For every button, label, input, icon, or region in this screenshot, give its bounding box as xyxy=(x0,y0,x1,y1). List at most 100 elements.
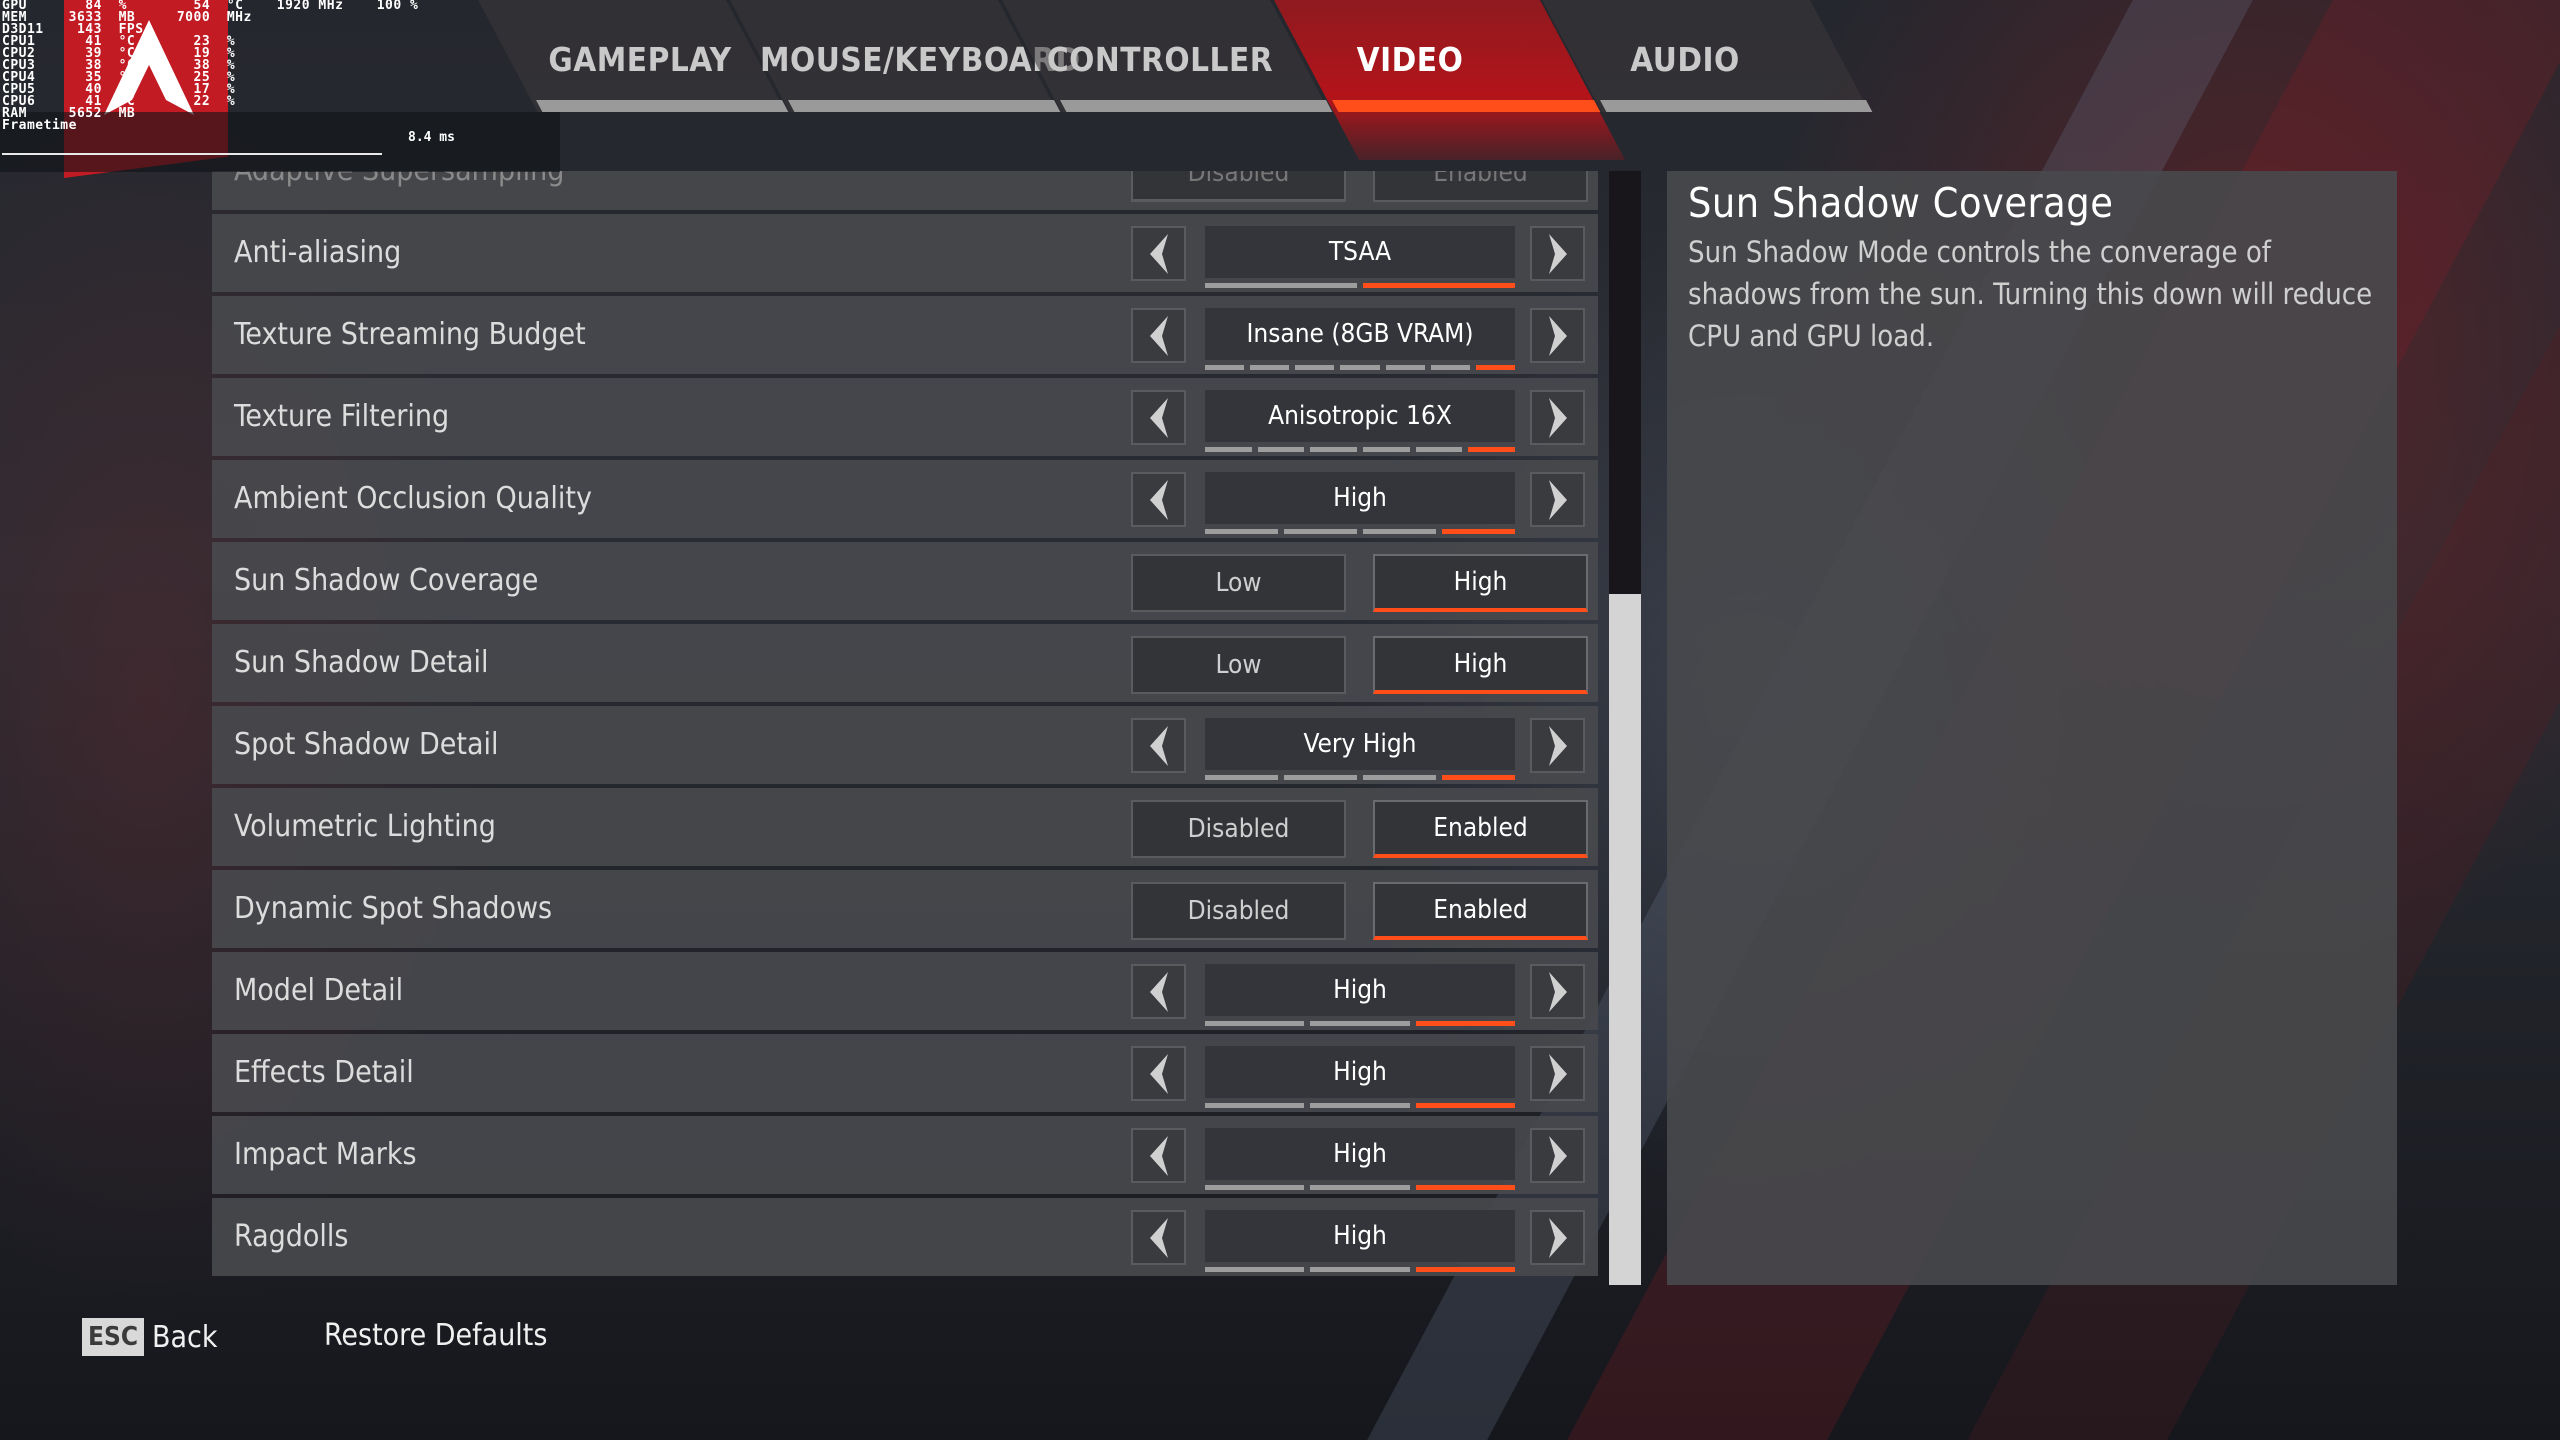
next-option-button[interactable] xyxy=(1530,1210,1585,1265)
setting-row-sun-shadow-coverage[interactable]: Sun Shadow Coverage Low High xyxy=(212,542,1598,620)
option-disabled[interactable]: Disabled xyxy=(1131,800,1346,858)
level-segment xyxy=(1363,775,1436,780)
level-segment xyxy=(1250,365,1290,370)
option-high[interactable]: High xyxy=(1373,554,1588,612)
setting-label: Ambient Occlusion Quality xyxy=(234,481,592,516)
scrollbar[interactable] xyxy=(1609,171,1641,1285)
chevron-right-icon xyxy=(1548,233,1567,274)
level-segment xyxy=(1363,529,1436,534)
setting-row-ambient-occlusion-quality[interactable]: Ambient Occlusion Quality High xyxy=(212,460,1598,538)
setting-row-anti-aliasing[interactable]: Anti-aliasing TSAA xyxy=(212,214,1598,292)
level-segment xyxy=(1363,447,1410,452)
level-segment xyxy=(1257,447,1305,452)
level-indicator xyxy=(1205,365,1515,370)
setting-label: Spot Shadow Detail xyxy=(234,727,499,762)
setting-label: Sun Shadow Coverage xyxy=(234,563,539,598)
setting-row-impact-marks[interactable]: Impact Marks High xyxy=(212,1116,1598,1194)
level-segment-active xyxy=(1415,1185,1515,1190)
description-title: Sun Shadow Coverage xyxy=(1688,179,2114,227)
setting-row-dynamic-spot-shadows[interactable]: Dynamic Spot Shadows Disabled Enabled xyxy=(212,870,1598,948)
option-low[interactable]: Low xyxy=(1131,554,1346,612)
level-indicator xyxy=(1205,447,1516,452)
restore-defaults-button[interactable]: Restore Defaults xyxy=(324,1318,547,1353)
chevron-right-icon xyxy=(1548,725,1567,766)
option-low[interactable]: Low xyxy=(1131,636,1346,694)
level-indicator xyxy=(1205,1103,1515,1108)
tab-underline xyxy=(1060,100,1333,112)
next-option-button[interactable] xyxy=(1530,472,1585,527)
option-disabled[interactable]: Disabled xyxy=(1131,171,1346,202)
level-segment xyxy=(1205,365,1245,370)
chevron-left-icon xyxy=(1149,315,1168,356)
chevron-left-icon xyxy=(1149,397,1168,438)
level-segment xyxy=(1205,1103,1305,1108)
previous-option-button[interactable] xyxy=(1131,718,1186,773)
setting-value: High xyxy=(1205,964,1515,1016)
previous-option-button[interactable] xyxy=(1131,226,1186,281)
tab-gameplay[interactable]: GAMEPLAY xyxy=(540,40,740,79)
level-segment xyxy=(1310,1185,1410,1190)
chevron-right-icon xyxy=(1548,479,1567,520)
next-option-button[interactable] xyxy=(1530,390,1585,445)
setting-row-adaptive-supersampling[interactable]: Adaptive Supersampling Disabled Enabled xyxy=(212,171,1598,210)
option-disabled[interactable]: Disabled xyxy=(1131,882,1346,940)
level-segment xyxy=(1310,447,1358,452)
next-option-button[interactable] xyxy=(1530,964,1585,1019)
previous-option-button[interactable] xyxy=(1131,1128,1186,1183)
setting-label: Effects Detail xyxy=(234,1055,414,1090)
level-indicator xyxy=(1205,283,1515,288)
setting-row-effects-detail[interactable]: Effects Detail High xyxy=(212,1034,1598,1112)
next-option-button[interactable] xyxy=(1530,1046,1585,1101)
previous-option-button[interactable] xyxy=(1131,1210,1186,1265)
level-segment xyxy=(1205,775,1278,780)
previous-option-button[interactable] xyxy=(1131,472,1186,527)
tab-audio[interactable]: AUDIO xyxy=(1610,40,1760,79)
setting-value: High xyxy=(1205,1210,1515,1262)
setting-row-model-detail[interactable]: Model Detail High xyxy=(212,952,1598,1030)
next-option-button[interactable] xyxy=(1530,308,1585,363)
chevron-left-icon xyxy=(1149,1053,1168,1094)
level-indicator xyxy=(1205,529,1515,534)
setting-row-volumetric-lighting[interactable]: Volumetric Lighting Disabled Enabled xyxy=(212,788,1598,866)
level-segment xyxy=(1430,365,1470,370)
overlay-line: Frametime xyxy=(2,118,77,133)
option-enabled[interactable]: Enabled xyxy=(1373,800,1588,858)
frametime-value: 8.4 ms xyxy=(408,130,455,145)
tab-controller[interactable]: CONTROLLER xyxy=(1040,40,1280,79)
option-enabled[interactable]: Enabled xyxy=(1373,171,1588,202)
setting-row-ragdolls[interactable]: Ragdolls High xyxy=(212,1198,1598,1276)
back-button[interactable]: ESC Back xyxy=(82,1318,218,1356)
chevron-left-icon xyxy=(1149,1135,1168,1176)
performance-overlay: GPU 84 % 54 °C 1920 MHz 100 % MEM 3633 MB… xyxy=(2,0,418,132)
next-option-button[interactable] xyxy=(1530,718,1585,773)
chevron-right-icon xyxy=(1548,1053,1567,1094)
setting-row-sun-shadow-detail[interactable]: Sun Shadow Detail Low High xyxy=(212,624,1598,702)
setting-row-texture-streaming-budget[interactable]: Texture Streaming Budget Insane (8GB VRAM… xyxy=(212,296,1598,374)
level-segment xyxy=(1310,1267,1410,1272)
esc-key-icon: ESC xyxy=(82,1318,144,1356)
tab-mouse-keyboard[interactable]: MOUSE/KEYBOARD xyxy=(760,40,1080,79)
previous-option-button[interactable] xyxy=(1131,390,1186,445)
next-option-button[interactable] xyxy=(1530,226,1585,281)
setting-row-texture-filtering[interactable]: Texture Filtering Anisotropic 16X xyxy=(212,378,1598,456)
setting-label: Dynamic Spot Shadows xyxy=(234,891,553,926)
setting-label: Texture Filtering xyxy=(234,399,450,434)
next-option-button[interactable] xyxy=(1530,1128,1585,1183)
scrollbar-thumb[interactable] xyxy=(1609,594,1641,1285)
option-high[interactable]: High xyxy=(1373,636,1588,694)
previous-option-button[interactable] xyxy=(1131,1046,1186,1101)
tab-video[interactable]: VIDEO xyxy=(1340,40,1480,79)
level-segment-active xyxy=(1442,775,1515,780)
setting-label: Ragdolls xyxy=(234,1219,349,1254)
setting-row-spot-shadow-detail[interactable]: Spot Shadow Detail Very High xyxy=(212,706,1598,784)
setting-label: Sun Shadow Detail xyxy=(234,645,489,680)
level-indicator xyxy=(1205,1185,1515,1190)
previous-option-button[interactable] xyxy=(1131,964,1186,1019)
level-segment xyxy=(1385,365,1425,370)
setting-label: Impact Marks xyxy=(234,1137,417,1172)
chevron-right-icon xyxy=(1548,397,1567,438)
setting-label: Model Detail xyxy=(234,973,404,1008)
previous-option-button[interactable] xyxy=(1131,308,1186,363)
chevron-left-icon xyxy=(1149,233,1168,274)
option-enabled[interactable]: Enabled xyxy=(1373,882,1588,940)
